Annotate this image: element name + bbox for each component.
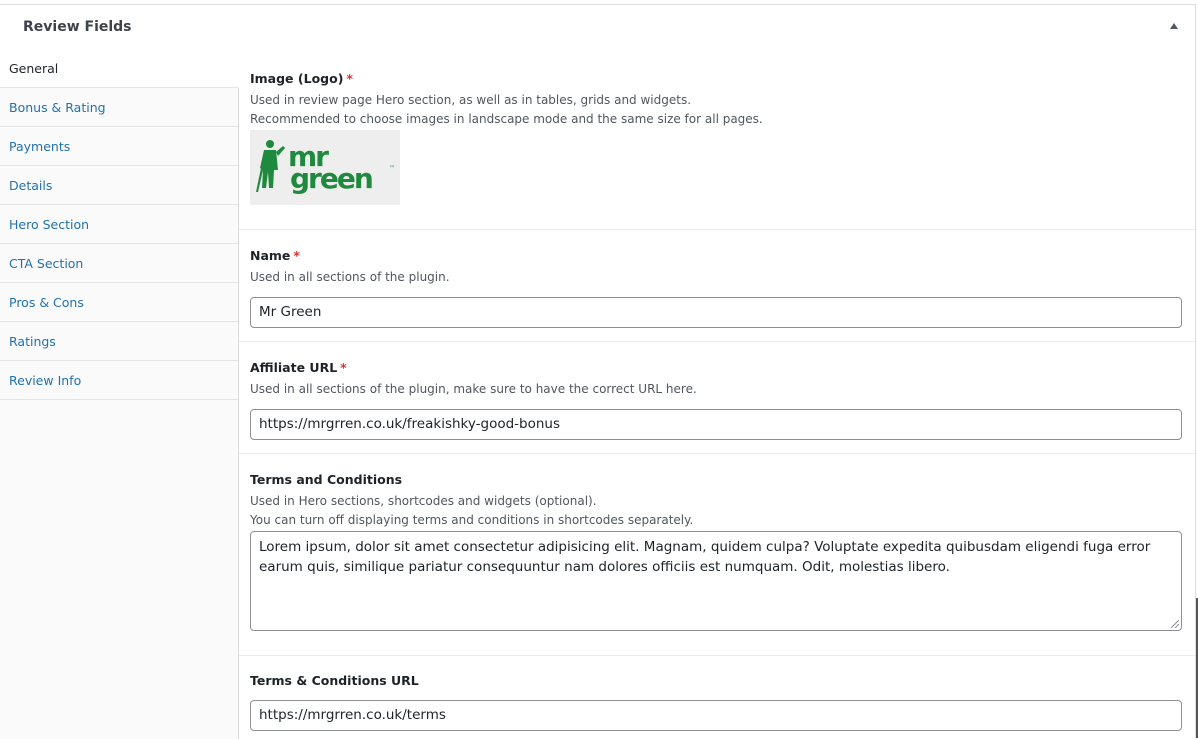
field-description: Used in all sections of the plugin. [250, 270, 450, 284]
resize-handle-icon[interactable] [1171, 620, 1179, 628]
logo-text-bottom: green [290, 162, 372, 195]
terms-text: Lorem ipsum, dolor sit amet consectetur … [259, 539, 1151, 575]
field-logo: Image (Logo) * Used in review page Hero s… [239, 49, 1195, 230]
panel-header[interactable]: Review Fields [0, 5, 1195, 49]
logo-tm: ™ [389, 165, 395, 172]
field-description: Recommended to choose images in landscap… [250, 112, 763, 126]
tab-hero-section[interactable]: Hero Section [0, 205, 238, 244]
name-label: Name [250, 248, 291, 263]
mr-green-logo: mr green ™ [256, 140, 395, 195]
affiliate-url-input[interactable]: https://mrgrren.co.uk/freakishky-good-bo… [250, 409, 1182, 440]
tab-ratings[interactable]: Ratings [0, 322, 238, 361]
tab-pros-cons[interactable]: Pros & Cons [0, 283, 238, 322]
collapse-arrow-icon[interactable] [1170, 23, 1178, 29]
tab-general[interactable]: General [0, 49, 239, 88]
field-description: Used in all sections of the plugin, make… [250, 382, 697, 396]
field-label: Affiliate URL * [250, 358, 1183, 377]
field-description: You can turn off displaying terms and co… [250, 513, 694, 527]
tab-details[interactable]: Details [0, 166, 238, 205]
tab-cta-section[interactable]: CTA Section [0, 244, 238, 283]
field-label: Terms & Conditions URL [250, 673, 419, 688]
field-affiliate-url: Affiliate URL * Used in all sections of t… [239, 342, 1195, 454]
required-marker: * [340, 360, 347, 375]
logo-image[interactable]: mr green ™ [250, 130, 400, 205]
panel-title: Review Fields [23, 19, 132, 35]
affiliate-label: Affiliate URL [250, 360, 338, 375]
field-description: Used in review page Hero section, as wel… [250, 93, 692, 107]
required-marker: * [346, 71, 353, 86]
main-content: Image (Logo) * Used in review page Hero s… [239, 49, 1195, 739]
field-terms-url: Terms & Conditions URL https://mrgrren.c… [239, 656, 1195, 731]
terms-textarea[interactable]: Lorem ipsum, dolor sit amet consectetur … [250, 531, 1182, 631]
logo-label: Image (Logo) [250, 71, 344, 86]
field-name: Name * Used in all sections of the plugin… [239, 230, 1195, 342]
field-description: Used in Hero sections, shortcodes and wi… [250, 494, 597, 508]
sidebar-tabs: General Bonus & Rating Payments Details … [0, 49, 239, 739]
terms-url-input[interactable]: https://mrgrren.co.uk/terms [250, 700, 1182, 731]
tab-bonus-rating[interactable]: Bonus & Rating [0, 88, 238, 127]
field-label: Image (Logo) * [250, 69, 1183, 88]
tab-review-info[interactable]: Review Info [0, 361, 238, 400]
name-input[interactable]: Mr Green [250, 297, 1182, 328]
tab-payments[interactable]: Payments [0, 127, 238, 166]
required-marker: * [293, 248, 300, 263]
field-terms: Terms and Conditions Used in Hero sectio… [239, 454, 1195, 656]
field-label: Terms and Conditions [250, 472, 403, 487]
field-label: Name * [250, 246, 1183, 265]
review-fields-panel: Review Fields General Bonus & Rating Pay… [0, 4, 1196, 739]
